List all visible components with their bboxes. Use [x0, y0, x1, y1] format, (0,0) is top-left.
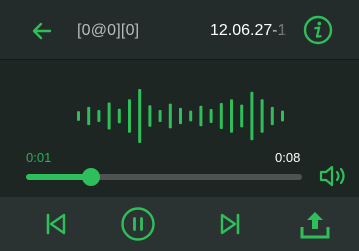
elapsed-time: 0:01 [26, 150, 52, 165]
previous-button[interactable] [38, 206, 74, 242]
total-time: 0:08 [275, 150, 301, 165]
waveform-bar [128, 99, 131, 133]
waveform-bar [240, 104, 244, 128]
date-fade-overlay [270, 14, 292, 48]
waveform-bar [97, 110, 101, 122]
audio-player-screen: [0@0][0] 12.06.27-1 0:01 0:08 [0, 0, 359, 251]
arrow-left-icon [32, 22, 52, 40]
volume-button[interactable] [318, 163, 348, 189]
seek-bar[interactable] [26, 168, 302, 186]
waveform-bar [209, 108, 213, 124]
pause-button[interactable] [120, 206, 156, 242]
waveform-bar [219, 103, 223, 129]
waveform-bar [281, 110, 284, 122]
pause-circle-icon [121, 207, 155, 241]
waveform-bar [117, 108, 121, 124]
skip-next-icon [220, 213, 240, 235]
waveform-bar [158, 110, 162, 122]
share-upload-icon [300, 212, 330, 239]
share-button[interactable] [297, 206, 333, 242]
info-button[interactable] [303, 15, 333, 45]
info-circle-icon [303, 15, 333, 45]
waveform-bar [168, 103, 172, 129]
waveform-bar [87, 106, 91, 126]
next-button[interactable] [212, 206, 248, 242]
speaker-icon [319, 165, 345, 187]
back-button[interactable] [30, 19, 54, 43]
waveform-bar [107, 102, 111, 130]
seek-thumb[interactable] [81, 168, 100, 186]
waveform-bar [179, 107, 182, 125]
waveform-bar [230, 99, 233, 133]
waveform-bar [189, 110, 193, 122]
waveform-bar [260, 99, 264, 133]
header-bar: [0@0][0] 12.06.27-1 [0, 0, 359, 60]
skip-previous-icon [46, 213, 66, 235]
waveform-bar [250, 91, 254, 141]
waveform-bar [148, 105, 152, 127]
waveform-bar [138, 89, 142, 143]
waveform-bar [199, 105, 203, 127]
playback-toolbar [0, 197, 359, 251]
waveform-bar [270, 106, 274, 126]
recording-title: [0@0][0] [77, 22, 140, 39]
waveform-bar [77, 111, 80, 121]
